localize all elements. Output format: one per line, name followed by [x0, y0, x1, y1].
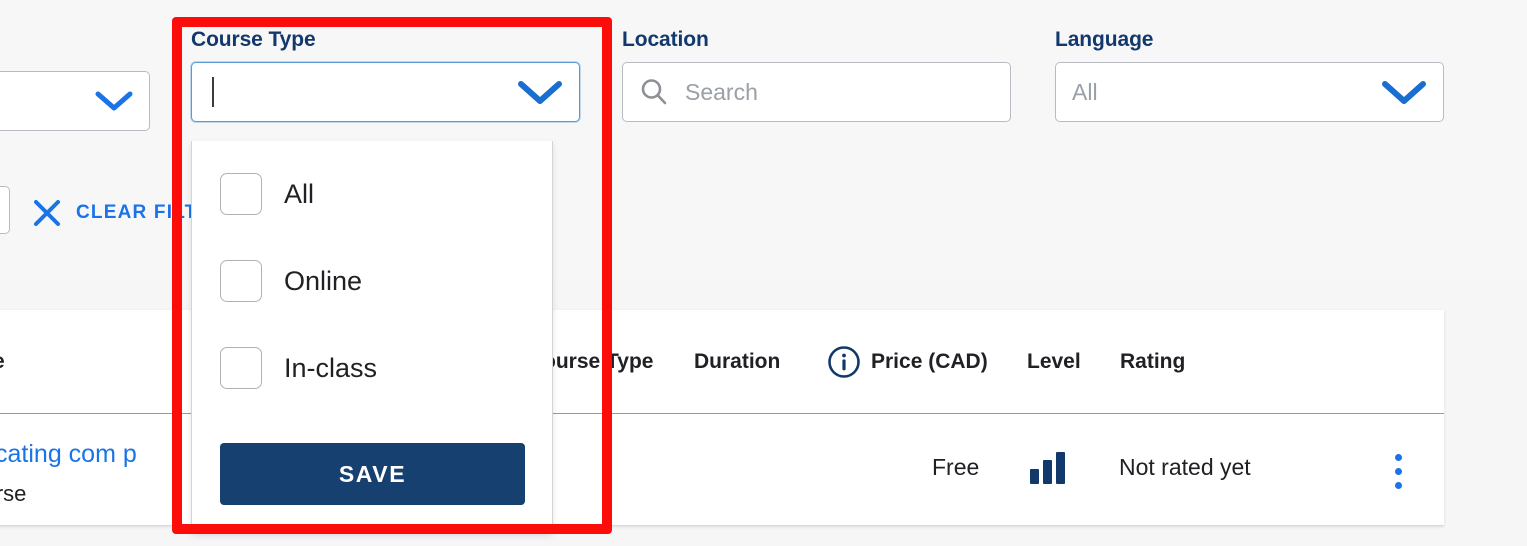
checkbox-in-class[interactable]	[220, 347, 262, 389]
table-header-level[interactable]: Level	[1027, 350, 1081, 374]
table-header-rating[interactable]: Rating	[1120, 350, 1185, 374]
language-label: Language	[1055, 28, 1154, 51]
course-type-option-online[interactable]: Online	[220, 260, 362, 302]
row-menu[interactable]	[1395, 454, 1402, 489]
course-type-select[interactable]	[191, 62, 580, 122]
save-button[interactable]: SAVE	[220, 443, 525, 505]
close-x-icon	[34, 200, 60, 226]
language-select[interactable]: All	[1055, 62, 1444, 122]
row-level	[1030, 452, 1065, 484]
checkbox-all[interactable]	[220, 173, 262, 215]
signal-bars-icon	[1030, 452, 1065, 484]
table-header-duration[interactable]: Duration	[694, 350, 780, 374]
course-type-option-all-label: All	[284, 178, 315, 209]
language-value: All	[1072, 78, 1098, 105]
course-type-option-all[interactable]: All	[220, 173, 314, 215]
course-type-option-in-class[interactable]: In-class	[220, 347, 377, 389]
chevron-down-icon[interactable]	[1381, 79, 1427, 105]
partial-left-select[interactable]	[0, 71, 150, 131]
table-header-title[interactable]: e	[0, 350, 5, 374]
text-cursor	[212, 77, 214, 107]
course-type-option-in-class-label: In-class	[284, 352, 378, 383]
checkbox-online[interactable]	[220, 260, 262, 302]
row-price: Free	[932, 454, 980, 480]
course-type-label: Course Type	[191, 28, 316, 51]
location-search[interactable]: Search	[622, 62, 1011, 122]
partial-left-select-box[interactable]	[0, 71, 150, 131]
kebab-menu-icon[interactable]	[1395, 454, 1402, 489]
filter-group-course-type: Course Type	[191, 28, 580, 122]
chevron-down-icon	[95, 91, 133, 111]
filter-group-location: Location Search	[622, 28, 1011, 122]
course-type-option-online-label: Online	[284, 265, 363, 296]
table-header-price[interactable]: Price (CAD)	[827, 345, 988, 379]
chevron-down-icon[interactable]	[517, 79, 563, 105]
table-header-course-type[interactable]: ourse Type	[543, 350, 653, 374]
row-title: mmunicating com p nal Course	[0, 440, 137, 507]
row-title-link[interactable]: mmunicating com p	[0, 440, 137, 468]
table-header-price-label: Price (CAD)	[871, 349, 988, 373]
location-label: Location	[622, 28, 709, 51]
search-icon	[641, 79, 667, 105]
partial-left-chip[interactable]	[0, 186, 10, 234]
row-rating: Not rated yet	[1119, 454, 1251, 480]
location-search-placeholder: Search	[685, 78, 758, 105]
filter-group-language: Language All	[1055, 28, 1444, 122]
row-subtitle: nal Course	[0, 481, 27, 506]
info-circle-icon[interactable]	[827, 345, 861, 379]
course-type-dropdown-panel: All Online In-class SAVE	[191, 141, 553, 533]
app-root: Course Type Location Search Language All…	[0, 0, 1527, 546]
